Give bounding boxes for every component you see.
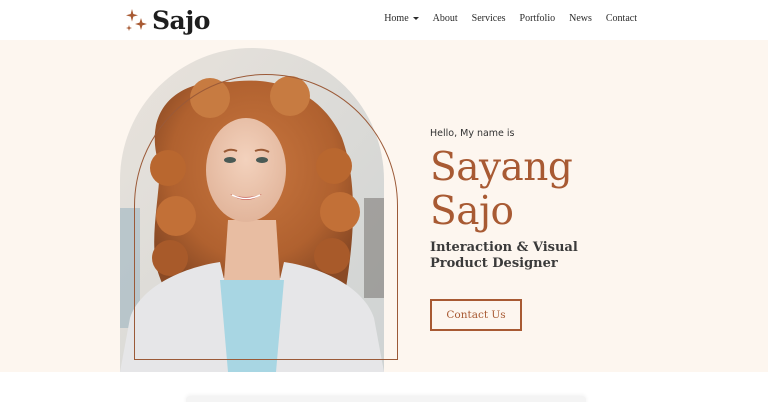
hero-name: Sayang Sajo: [430, 146, 730, 234]
greeting: Hello, My name is: [430, 128, 515, 139]
last-name: Sajo: [430, 189, 514, 234]
main-nav: Home About Services Portfolio News Conta…: [384, 13, 637, 24]
nav-item-label: Home: [384, 13, 409, 24]
chevron-down-icon: [412, 17, 419, 20]
nav-item-home[interactable]: Home: [384, 13, 419, 24]
nav-item-portfolio[interactable]: Portfolio: [520, 13, 556, 24]
sparkles-icon: [126, 9, 147, 31]
nav-item-label: News: [569, 13, 592, 24]
nav-item-label: Portfolio: [519, 13, 556, 24]
nav-item-services[interactable]: Services: [472, 13, 506, 24]
brand-name: Sajo: [152, 5, 210, 35]
nav-item-label: Contact: [605, 13, 637, 24]
nav-item-label: About: [432, 13, 458, 24]
nav-item-contact[interactable]: Contact: [606, 13, 637, 24]
next-section-card: [186, 396, 586, 402]
site-header: Sajo Home About Services Portfolio News …: [0, 0, 768, 40]
nav-item-news[interactable]: News: [569, 13, 592, 24]
arch-frame: [134, 74, 398, 360]
next-section: [0, 372, 768, 402]
logo[interactable]: Sajo: [124, 4, 210, 36]
nav-item-about[interactable]: About: [433, 13, 458, 24]
contact-us-button[interactable]: Contact Us: [430, 299, 522, 331]
hero-text: Hello, My name is Sayang Sajo Interactio…: [430, 128, 730, 272]
hero-role: Interaction & Visual Product Designer: [430, 240, 578, 271]
first-name: Sayang: [430, 145, 573, 190]
nav-item-label: Services: [471, 13, 506, 24]
